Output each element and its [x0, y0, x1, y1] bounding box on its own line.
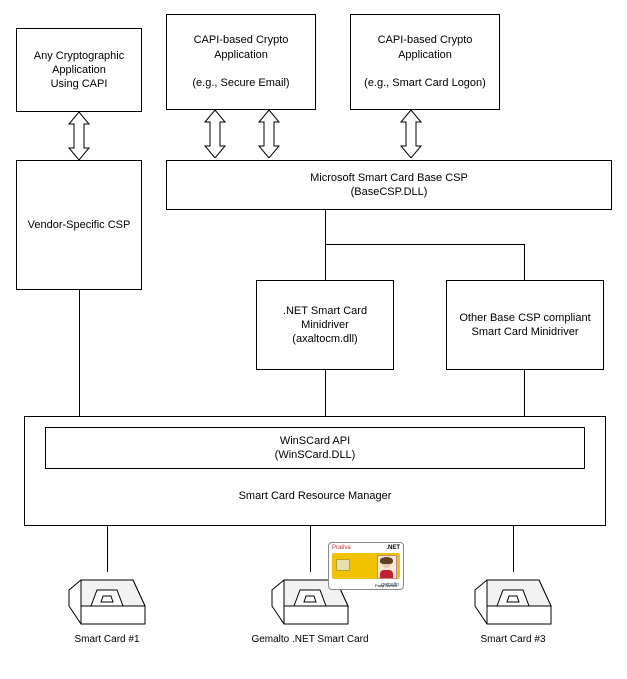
box-winscard-api: WinSCard API(WinSCard.DLL) — [45, 427, 585, 469]
label-capi-logon: CAPI-based CryptoApplication(e.g., Smart… — [364, 33, 486, 90]
connector-line — [325, 370, 326, 416]
connector-line — [325, 244, 326, 280]
label-vendor-csp: Vendor-Specific CSP — [28, 218, 131, 232]
caption-reader1: Smart Card #1 — [57, 634, 157, 645]
connector-line — [310, 526, 311, 572]
label-net-minidriver: .NET Smart CardMinidriver(axaltocm.dll) — [283, 304, 367, 347]
connector-line — [79, 290, 80, 416]
box-base-csp: Microsoft Smart Card Base CSP(BaseCSP.DL… — [166, 160, 612, 210]
connector-line — [325, 210, 326, 244]
caption-reader2: Gemalto .NET Smart Card — [245, 634, 375, 645]
box-resource-manager-container: WinSCard API(WinSCard.DLL) Smart Card Re… — [24, 416, 606, 526]
connector-line — [325, 244, 525, 245]
double-arrow-icon — [396, 110, 426, 158]
label-capi-email: CAPI-based CryptoApplication(e.g., Secur… — [192, 33, 289, 90]
double-arrow-icon — [254, 110, 284, 158]
double-arrow-icon — [200, 110, 230, 158]
card-reader-icon — [67, 572, 147, 632]
box-net-minidriver: .NET Smart CardMinidriver(axaltocm.dll) — [256, 280, 394, 370]
idcard-tech: .NET — [386, 545, 400, 551]
label-capi-app: Any CryptographicApplicationUsing CAPI — [34, 49, 125, 92]
connector-line — [524, 244, 525, 280]
connector-line — [524, 370, 525, 416]
box-capi-email: CAPI-based CryptoApplication(e.g., Secur… — [166, 14, 316, 110]
box-vendor-csp: Vendor-Specific CSP — [16, 160, 142, 290]
box-capi-app: Any CryptographicApplicationUsing CAPI — [16, 28, 142, 112]
label-base-csp: Microsoft Smart Card Base CSP(BaseCSP.DL… — [310, 171, 468, 200]
label-winscard-api: WinSCard API(WinSCard.DLL) — [275, 434, 356, 463]
card-reader-icon — [473, 572, 553, 632]
double-arrow-icon — [64, 112, 94, 160]
connector-line — [513, 526, 514, 572]
box-other-minidriver: Other Base CSP compliantSmart Card Minid… — [446, 280, 604, 370]
idcard-brand: Prativa — [332, 545, 351, 551]
label-resource-manager: Smart Card Resource Manager — [25, 489, 605, 503]
label-other-minidriver: Other Base CSP compliantSmart Card Minid… — [459, 311, 590, 340]
smart-card-icon: Prativa .NET Patty James gemalto — [328, 542, 404, 590]
box-capi-logon: CAPI-based CryptoApplication(e.g., Smart… — [350, 14, 500, 110]
caption-reader3: Smart Card #3 — [463, 634, 563, 645]
connector-line — [107, 526, 108, 572]
idcard-vendor: gemalto — [381, 582, 399, 588]
